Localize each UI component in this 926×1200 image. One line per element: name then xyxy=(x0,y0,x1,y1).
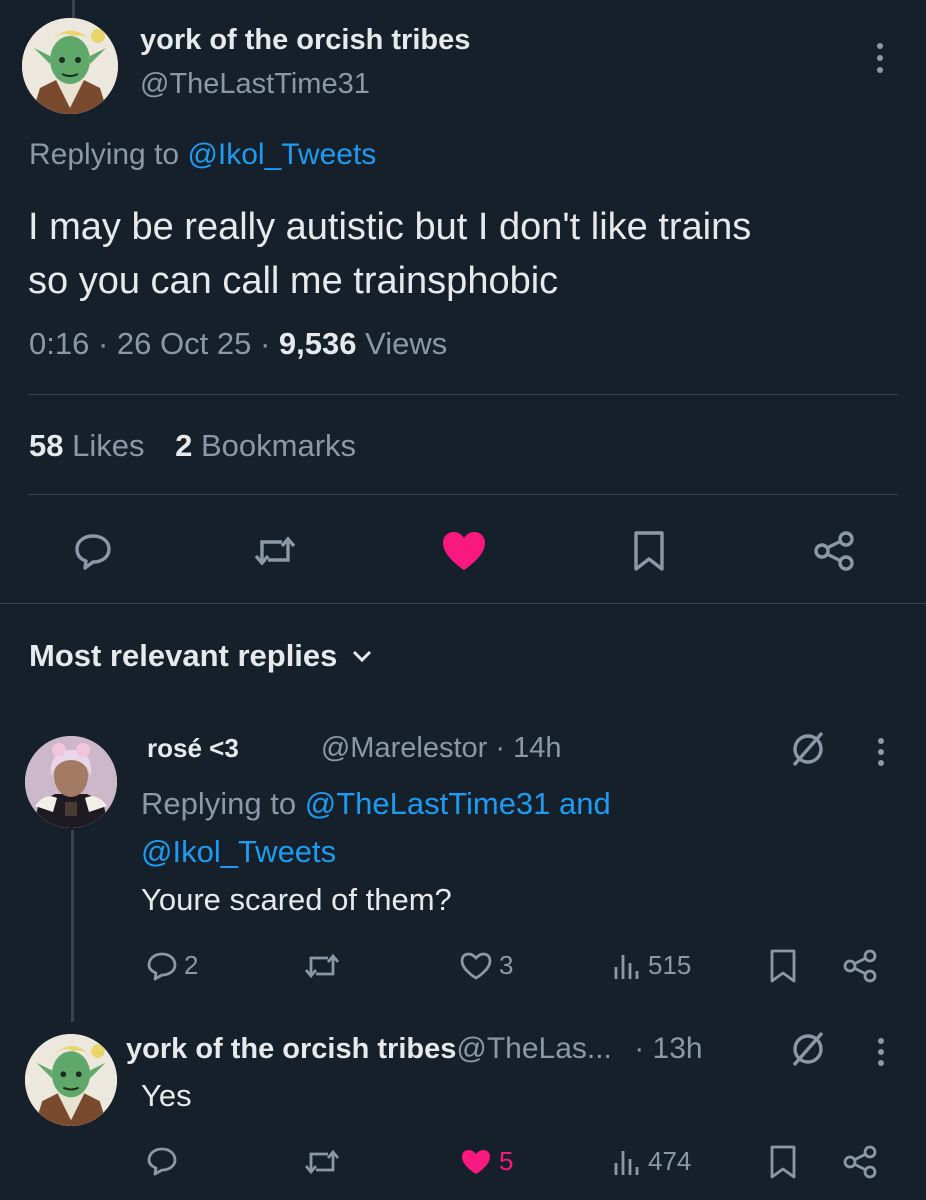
retweet-icon xyxy=(303,1146,341,1178)
reply-text: Yes xyxy=(141,1078,192,1113)
views-action[interactable]: 515 xyxy=(612,950,691,981)
heart-icon xyxy=(459,951,493,981)
views-action[interactable]: 474 xyxy=(612,1146,691,1177)
more-icon[interactable] xyxy=(869,736,893,768)
replying-to-link[interactable]: @Ikol_Tweets xyxy=(141,834,336,869)
replying-to-link[interactable]: @Ikol_Tweets xyxy=(187,138,376,171)
like-action[interactable]: 3 xyxy=(459,950,513,981)
replying-to-and: and xyxy=(559,786,611,821)
bookmark-icon[interactable] xyxy=(632,530,666,572)
grok-icon[interactable] xyxy=(790,1030,826,1068)
reply-icon xyxy=(146,1146,178,1176)
more-icon[interactable] xyxy=(869,1036,893,1068)
like-action[interactable]: 5 xyxy=(459,1146,513,1177)
divider xyxy=(28,394,898,395)
replies-sort-label: Most relevant replies xyxy=(29,638,338,673)
retweet-action[interactable] xyxy=(303,950,341,982)
reply-action[interactable] xyxy=(146,1146,178,1176)
reply-action[interactable]: 2 xyxy=(146,950,198,981)
likes-stat[interactable]: 58 Likes xyxy=(29,428,153,463)
bookmark-icon[interactable] xyxy=(769,1144,797,1180)
tweet-date[interactable]: 26 Oct 25 xyxy=(117,326,251,361)
like-count: 5 xyxy=(499,1146,514,1176)
display-name[interactable]: york of the orcish tribes xyxy=(140,24,470,57)
replying-to-prefix: Replying to xyxy=(29,138,180,171)
handle[interactable]: @TheLastTime31 xyxy=(140,68,370,101)
bookmarks-stat[interactable]: 2 Bookmarks xyxy=(175,428,356,463)
tweet-time[interactable]: 0:16 xyxy=(29,326,89,361)
divider xyxy=(28,494,898,495)
avatar[interactable] xyxy=(22,18,118,114)
share-icon[interactable] xyxy=(842,948,878,984)
likes-count: 58 xyxy=(29,428,64,463)
retweet-icon xyxy=(303,950,341,982)
retweet-action[interactable] xyxy=(303,1146,341,1178)
tweet-meta: 0:16 · 26 Oct 25 · 9,536 Views xyxy=(29,326,447,362)
views-count: 515 xyxy=(648,950,692,980)
more-icon[interactable] xyxy=(868,40,892,76)
likes-label: Likes xyxy=(72,428,145,463)
reply-header: rosé <3 @Marelestor · 14h xyxy=(147,732,561,765)
tweet-text-line: I may be really autistic but I don't lik… xyxy=(28,206,752,248)
reply-icon[interactable] xyxy=(73,532,113,570)
bookmarks-count: 2 xyxy=(175,428,193,463)
views-count: 474 xyxy=(648,1146,692,1176)
views-icon xyxy=(612,951,642,981)
bookmark-icon[interactable] xyxy=(769,948,797,984)
avatar[interactable] xyxy=(25,736,117,828)
like-count: 3 xyxy=(499,950,514,980)
reply-display-name[interactable]: york of the orcish tribes xyxy=(126,1033,456,1065)
divider xyxy=(0,603,926,604)
replies-sort-button[interactable]: Most relevant replies xyxy=(29,638,373,674)
thread-line xyxy=(71,830,74,1022)
meta-separator: · xyxy=(97,326,109,361)
reply-header: york of the orcish tribes@TheLas... · 13… xyxy=(126,1032,703,1066)
reply-text: Youre scared of them? xyxy=(141,882,452,917)
retweet-icon[interactable] xyxy=(252,532,298,570)
reply-count: 2 xyxy=(184,950,199,980)
tweet-text-line: so you can call me trainsphobic xyxy=(28,260,559,302)
engagement-stats: 58 Likes 2 Bookmarks xyxy=(29,428,356,464)
views-count: 9,536 xyxy=(278,326,357,361)
reply-time[interactable]: · 14h xyxy=(495,732,561,764)
replying-to-link[interactable]: @TheLastTime31 xyxy=(305,786,551,821)
replying-to-prefix: Replying to xyxy=(141,786,297,821)
reply-time[interactable]: · 13h xyxy=(634,1032,702,1065)
thread-line-top xyxy=(72,0,75,18)
bookmarks-label: Bookmarks xyxy=(200,428,357,463)
grok-icon[interactable] xyxy=(790,730,826,768)
tweet-text: I may be really autistic but I don't lik… xyxy=(28,200,751,308)
share-icon[interactable] xyxy=(842,1144,878,1180)
views-label: Views xyxy=(365,326,448,361)
reply-display-name[interactable]: rosé <3 xyxy=(147,733,239,763)
heart-icon xyxy=(459,1147,493,1177)
reply-icon xyxy=(146,951,178,981)
avatar[interactable] xyxy=(25,1034,117,1126)
replying-to-line: Replying to @Ikol_Tweets xyxy=(29,138,376,172)
replying-to-line: Replying to @TheLastTime31 and @Ikol_Twe… xyxy=(141,780,611,876)
views-icon xyxy=(612,1147,642,1177)
chevron-down-icon xyxy=(351,648,373,664)
heart-icon[interactable] xyxy=(441,530,487,572)
meta-separator: · xyxy=(259,326,271,361)
reply-handle[interactable]: @Marelestor xyxy=(321,732,487,764)
share-icon[interactable] xyxy=(812,530,856,572)
reply-handle[interactable]: @TheLas... xyxy=(456,1032,612,1065)
